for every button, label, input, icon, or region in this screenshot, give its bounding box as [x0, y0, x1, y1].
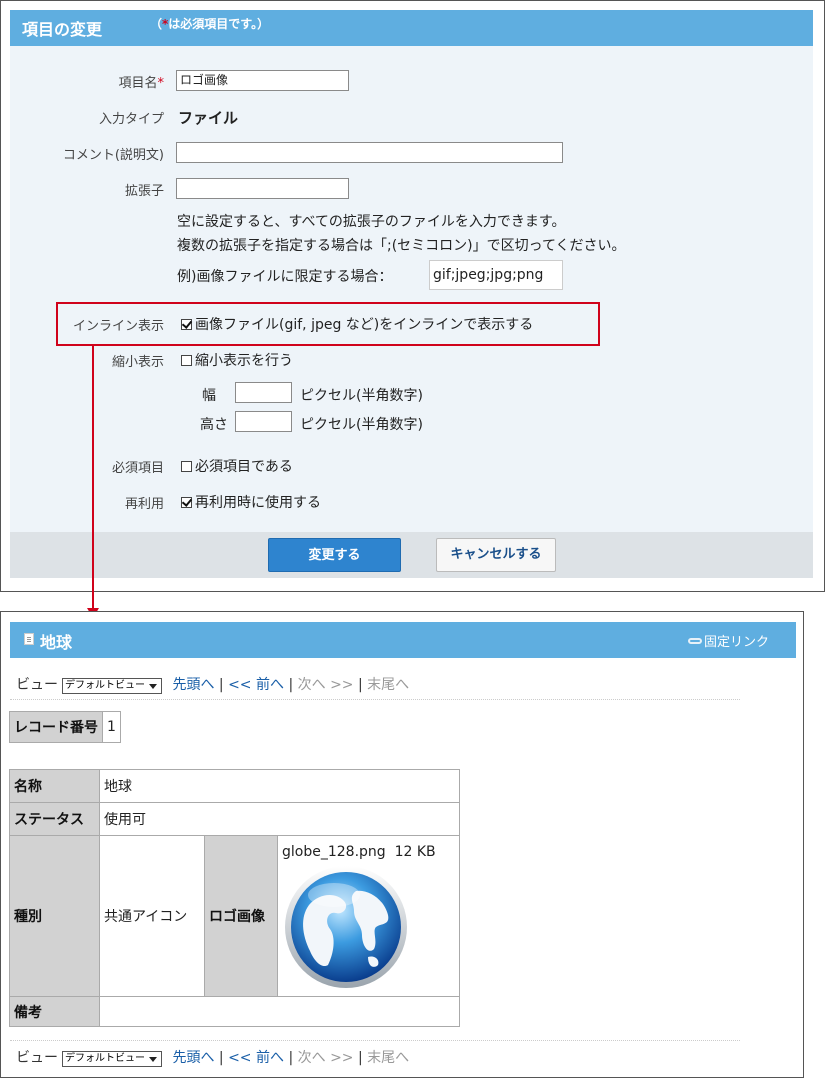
view-select-value: デフォルトビュー [65, 1053, 145, 1064]
required-field-checkbox[interactable] [181, 461, 192, 472]
inline-display-text: 画像ファイル(gif, jpeg など)をインラインで表示する [195, 317, 534, 333]
cancel-button[interactable]: キャンセルする [436, 538, 556, 572]
submit-button[interactable]: 変更する [268, 538, 401, 572]
view-select-value: デフォルトビュー [65, 680, 145, 691]
form-footer [10, 532, 813, 578]
first-link[interactable]: 先頭へ [172, 1050, 214, 1066]
thumbnail-checkbox[interactable] [181, 355, 192, 366]
reuse-label: 再利用 [124, 497, 164, 512]
inline-display-checkbox[interactable] [181, 319, 192, 330]
first-link[interactable]: 先頭へ [172, 677, 214, 693]
record-nav-top: ビュー デフォルトビュー 先頭へ | << 前へ | 次へ >> | 末尾へ [16, 674, 409, 694]
width-input[interactable] [235, 382, 292, 403]
table-row: 備考 [9, 996, 460, 1027]
last-link: 末尾へ [367, 677, 410, 693]
extension-example-value: gif;jpeg;jpg;png [429, 260, 563, 290]
item-name-label-text: 項目名 [118, 76, 158, 91]
table-row: ステータス 使用可 [9, 802, 460, 836]
permalink[interactable]: 固定リンク [688, 631, 769, 650]
link-icon [688, 638, 702, 644]
reuse-option[interactable]: 再利用時に使用する [181, 492, 321, 512]
height-unit: ピクセル(半角数字) [300, 417, 423, 433]
item-name-input[interactable]: ロゴ画像 [176, 70, 349, 91]
form-title: 項目の変更 [22, 20, 103, 39]
width-label: 幅 [202, 388, 216, 404]
inline-display-label: インライン表示 [72, 319, 164, 334]
view-label: ビュー [16, 677, 58, 693]
edit-form-header [10, 10, 813, 46]
name-header: 名称 [9, 769, 100, 803]
logo-header: ロゴ画像 [204, 835, 278, 997]
globe-image [285, 866, 407, 988]
file-size: 12 KB [394, 844, 436, 860]
kind-value: 共通アイコン [99, 835, 205, 997]
next-link: 次へ >> [297, 677, 354, 693]
nav-divider-bottom [10, 1040, 740, 1041]
width-unit: ピクセル(半角数字) [300, 388, 423, 404]
extension-example-label: 例)画像ファイルに限定する場合： [177, 269, 393, 285]
record-number-value: 1 [102, 711, 121, 743]
nav-separator: | [288, 1050, 294, 1066]
nav-separator: | [218, 677, 224, 693]
view-label: ビュー [16, 1050, 58, 1066]
name-value: 地球 [99, 769, 460, 803]
record-number-table: レコード番号 1 [9, 711, 121, 743]
thumbnail-text: 縮小表示を行う [195, 353, 293, 369]
note-header: 備考 [9, 996, 100, 1027]
item-name-label: 項目名* [4, 72, 164, 91]
record-title: 地球 [40, 633, 73, 652]
required-field-option[interactable]: 必須項目である [181, 456, 293, 476]
nav-separator: | [218, 1050, 224, 1066]
input-type-label: 入力タイプ [98, 112, 164, 127]
required-note: （*は必須項目です。） [150, 15, 269, 32]
height-input[interactable] [235, 411, 292, 432]
next-link: 次へ >> [297, 1050, 354, 1066]
thumbnail-option[interactable]: 縮小表示を行う [181, 350, 293, 370]
extension-help-2: 複数の拡張子を指定する場合は「;(セミコロン)」で区切ってください。 [177, 238, 626, 254]
prev-link[interactable]: << 前へ [228, 677, 284, 693]
note-value [99, 996, 460, 1027]
height-label: 高さ [200, 417, 228, 433]
comment-label: コメント(説明文) [62, 148, 164, 163]
required-field-text: 必須項目である [195, 459, 293, 475]
status-header: ステータス [9, 802, 100, 836]
callout-arrow-line [92, 346, 94, 612]
input-type-value: ファイル [178, 109, 239, 127]
extension-label: 拡張子 [124, 184, 164, 199]
comment-input[interactable] [176, 142, 563, 163]
required-note-text: は必須項目です。） [168, 17, 270, 31]
record-header [10, 622, 796, 658]
nav-separator: | [358, 677, 363, 693]
view-select[interactable]: デフォルトビュー [62, 1051, 162, 1067]
table-row: 名称 地球 [9, 769, 460, 803]
document-icon [24, 633, 34, 645]
reuse-checkbox[interactable] [181, 497, 192, 508]
status-value: 使用可 [99, 802, 460, 836]
nav-separator: | [358, 1050, 363, 1066]
permalink-text: 固定リンク [704, 635, 770, 650]
extension-input[interactable] [176, 178, 349, 199]
file-name-link[interactable]: globe_128.png [282, 844, 386, 860]
view-select[interactable]: デフォルトビュー [62, 678, 162, 694]
required-field-label: 必須項目 [111, 461, 164, 476]
inline-display-option[interactable]: 画像ファイル(gif, jpeg など)をインラインで表示する [181, 314, 533, 334]
nav-divider [10, 699, 740, 700]
required-note-open: （ [150, 17, 163, 31]
thumbnail-label: 縮小表示 [111, 355, 164, 370]
item-name-required-star: * [157, 76, 165, 91]
last-link: 末尾へ [367, 1050, 410, 1066]
record-nav-bottom: ビュー デフォルトビュー 先頭へ | << 前へ | 次へ >> | 末尾へ [16, 1047, 409, 1067]
prev-link[interactable]: << 前へ [228, 1050, 284, 1066]
record-number-label: レコード番号 [9, 711, 103, 743]
kind-header: 種別 [9, 835, 100, 997]
extension-help-1: 空に設定すると、すべての拡張子のファイルを入力できます。 [177, 214, 566, 230]
nav-separator: | [288, 677, 294, 693]
reuse-text: 再利用時に使用する [195, 495, 321, 511]
